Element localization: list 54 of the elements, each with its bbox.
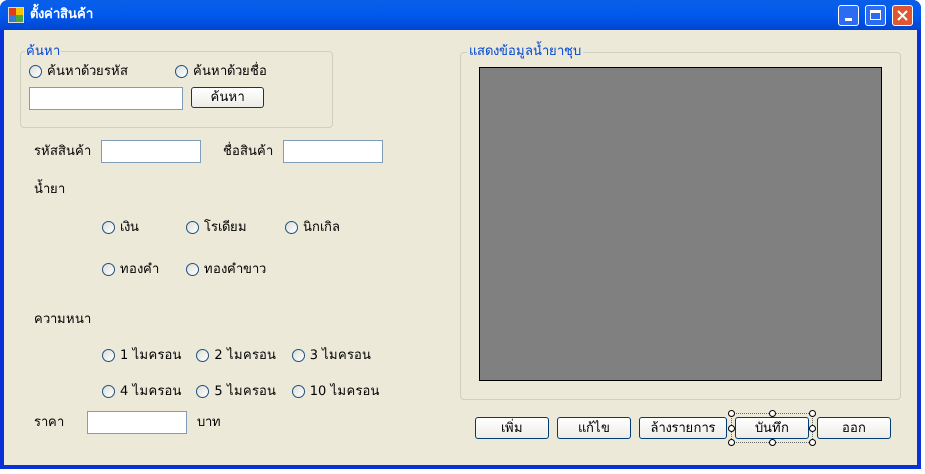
- form-button[interactable]: บันทึก: [735, 417, 809, 439]
- radio-option[interactable]: 4 ไมครอน: [102, 382, 196, 401]
- section-label: น้ำยา: [34, 180, 390, 200]
- product-name-field[interactable]: [283, 140, 383, 163]
- resize-handle[interactable]: [809, 410, 816, 417]
- form-button[interactable]: แก้ไข: [557, 417, 631, 439]
- radio-button[interactable]: [186, 263, 199, 276]
- radio-option[interactable]: นิกเกิล: [285, 218, 385, 237]
- group-title: แสดงข้อมูลน้ำยาชุบ: [467, 43, 583, 61]
- resize-handle[interactable]: [769, 410, 776, 417]
- form-button[interactable]: เพิ่ม: [475, 417, 549, 439]
- close-icon: [897, 10, 908, 20]
- radio-option[interactable]: ทองคำ: [102, 260, 186, 280]
- close-button[interactable]: [892, 4, 913, 26]
- radio-button[interactable]: [292, 384, 305, 398]
- radio-button[interactable]: [292, 349, 305, 362]
- radio-button[interactable]: [102, 263, 115, 276]
- radio-button[interactable]: [102, 220, 115, 234]
- radio-option[interactable]: เงิน: [102, 218, 186, 237]
- radio-button[interactable]: [186, 220, 199, 234]
- unit-label: บาท: [197, 414, 221, 432]
- radio-button[interactable]: [285, 220, 298, 234]
- field-label: รหัสสินค้า: [34, 142, 92, 161]
- radio-option[interactable]: 2 ไมครอน: [196, 346, 292, 366]
- resize-handle[interactable]: [728, 410, 735, 417]
- radio-option[interactable]: โรเดียม: [186, 218, 285, 237]
- radio-option[interactable]: 1 ไมครอน: [102, 346, 196, 366]
- search-button[interactable]: ค้นหา: [191, 87, 264, 108]
- radio-option[interactable]: ค้นหาด้วยรหัส: [29, 62, 145, 81]
- minimize-button[interactable]: [838, 4, 859, 26]
- form-button[interactable]: ล้างรายการ: [639, 417, 727, 439]
- radio-button[interactable]: [29, 64, 42, 78]
- radio-button[interactable]: [196, 384, 210, 398]
- price-field[interactable]: [87, 411, 187, 434]
- group-title: ค้นหา: [25, 43, 61, 61]
- section-label: ความหนา: [34, 310, 92, 328]
- radio-option[interactable]: ค้นหาด้วยชื่อ: [175, 62, 267, 81]
- app-icon: [8, 7, 24, 23]
- radio-button[interactable]: [102, 349, 115, 362]
- resize-handle[interactable]: [769, 439, 776, 446]
- radio-button[interactable]: [196, 349, 210, 362]
- window-title: ตั้งค่าสินค้า: [30, 5, 832, 25]
- radio-button[interactable]: [102, 384, 115, 398]
- maximize-button[interactable]: [865, 4, 886, 26]
- radio-option[interactable]: 3 ไมครอน: [292, 346, 390, 366]
- radio-button[interactable]: [175, 64, 188, 78]
- product-code-field[interactable]: [101, 140, 201, 163]
- radio-option[interactable]: ทองคำขาว: [186, 260, 285, 280]
- field-label: ราคา: [34, 414, 65, 432]
- field-label: ชื่อสินค้า: [223, 142, 274, 161]
- radio-option[interactable]: 5 ไมครอน: [196, 382, 292, 401]
- radio-option[interactable]: 10 ไมครอน: [292, 382, 390, 401]
- form-button[interactable]: ออก: [817, 417, 891, 439]
- search-field[interactable]: [29, 87, 183, 110]
